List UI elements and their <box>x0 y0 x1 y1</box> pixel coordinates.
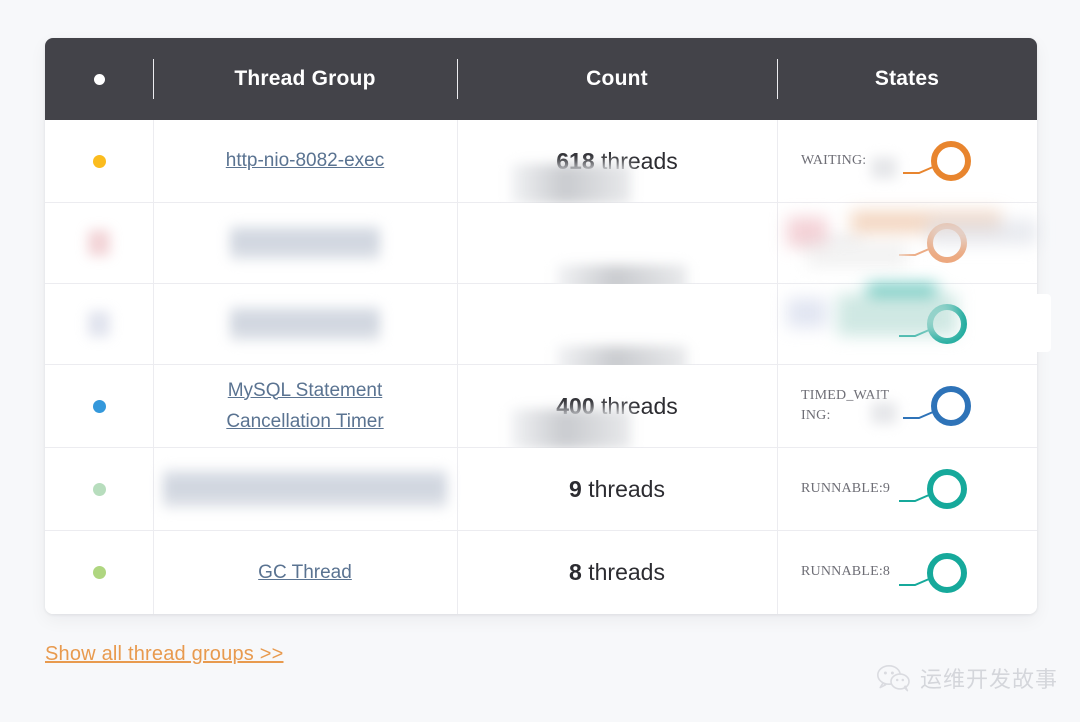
cell-states: TIMED_WAITING: <box>777 365 1037 447</box>
state-donut-chart <box>901 378 987 434</box>
watermark-text: 运维开发故事 <box>919 667 1058 692</box>
table-row: MySQL Statement Cancellation Timer 400 th… <box>45 365 1037 449</box>
cell-thread-group <box>153 203 457 283</box>
state-donut-chart <box>901 133 987 189</box>
cell-states: RUNNABLE:8 <box>777 531 1037 614</box>
table-header: Thread Group Count States <box>45 38 1037 120</box>
donut-ring-icon <box>927 469 967 509</box>
page-root: Thread Group Count States http-nio-8082-… <box>0 0 1080 722</box>
thread-group-link[interactable]: MySQL Statement Cancellation Timer <box>180 375 430 438</box>
cell-count: 8 threads <box>457 531 777 614</box>
cell-thread-group: http-nio-8082-exec <box>153 120 457 202</box>
table-body: http-nio-8082-exec 618 threads WAITING: WAI… <box>45 120 1051 614</box>
count-number: 8 <box>569 559 582 585</box>
status-dot-icon <box>92 399 106 413</box>
state-donut-chart <box>897 296 983 352</box>
donut-leader-line <box>899 328 930 337</box>
cell-status-dot <box>45 531 153 614</box>
status-dot-icon <box>92 566 106 579</box>
cell-status-dot <box>45 448 153 530</box>
donut-ring-icon <box>931 386 971 426</box>
state-donut-chart <box>897 461 983 517</box>
cell-count: 618 threads <box>457 120 777 204</box>
watermark: 运维开发故事 <box>876 662 1058 694</box>
cell-status-dot <box>45 284 153 364</box>
table-row: http-nio-8082-exec 618 threads WAITING: <box>45 120 1037 204</box>
donut-leader-line <box>903 410 934 419</box>
cell-status-dot <box>45 120 153 202</box>
status-dot-icon <box>88 311 110 337</box>
donut-leader-line <box>899 493 930 502</box>
cell-count: 400 threads <box>457 365 777 449</box>
cell-thread-group <box>153 284 457 364</box>
redacted-count-prefix <box>511 163 631 204</box>
status-dot-icon <box>92 482 106 496</box>
cell-count: 9 threads <box>457 448 777 530</box>
redacted-thread-group <box>230 307 380 341</box>
count-value: 9 threads <box>569 476 665 503</box>
donut-ring-icon <box>927 223 967 263</box>
table-row: WAITING: <box>45 203 1037 299</box>
cell-thread-group: MySQL Statement Cancellation Timer <box>153 365 457 447</box>
header-label-thread-group: Thread Group <box>234 67 376 90</box>
donut-ring-icon <box>931 141 971 181</box>
wechat-icon <box>876 664 911 692</box>
cell-states <box>777 284 1037 364</box>
cell-status-dot <box>45 203 153 283</box>
cell-status-dot <box>45 365 153 447</box>
state-label: RUNNABLE:9 <box>801 480 891 496</box>
status-dot-icon <box>93 73 105 85</box>
redacted-state-value <box>871 157 897 179</box>
row-overhang <box>1031 294 1051 352</box>
header-cell-count: Count <box>457 59 777 99</box>
status-dot-icon <box>92 154 106 168</box>
header-cell-thread-group: Thread Group <box>153 59 457 99</box>
donut-leader-line <box>899 247 930 256</box>
count-value: 8 threads <box>569 559 665 586</box>
cell-states: RUNNABLE:9 <box>777 448 1037 530</box>
header-cell-status <box>45 66 153 93</box>
redacted-count-prefix <box>511 408 631 449</box>
donut-leader-line <box>899 577 930 586</box>
table-row: 9 threads RUNNABLE:9 <box>45 448 1037 531</box>
state-donut-chart <box>897 545 983 601</box>
redacted-thread-group <box>163 470 447 508</box>
header-label-states: States <box>874 67 940 90</box>
header-cell-states: States <box>777 59 1037 99</box>
table-row: GC Thread 8 threads RUNNABLE:8 <box>45 531 1037 614</box>
cell-states: WAITING: <box>777 120 1037 202</box>
thread-groups-card: Thread Group Count States http-nio-8082-… <box>45 38 1051 614</box>
cell-count <box>457 284 777 380</box>
thread-group-link[interactable]: http-nio-8082-exec <box>226 145 384 176</box>
state-label: WAITING: <box>801 234 867 250</box>
show-all-thread-groups-link[interactable]: Show all thread groups >> <box>45 643 284 666</box>
status-dot-icon <box>88 230 110 256</box>
header-label-count: Count <box>586 67 648 90</box>
state-donut-chart <box>897 215 983 271</box>
donut-ring-icon <box>927 552 967 593</box>
redacted-state-value <box>871 402 897 424</box>
donut-ring-icon <box>927 304 967 344</box>
table-row <box>45 284 1051 380</box>
cell-states: WAITING: <box>777 203 1037 283</box>
cell-thread-group <box>153 448 457 530</box>
count-number: 9 <box>569 475 582 502</box>
state-label: RUNNABLE:8 <box>801 564 891 580</box>
thread-group-link[interactable]: GC Thread <box>258 557 352 588</box>
cell-count <box>457 203 777 299</box>
cell-thread-group: GC Thread <box>153 531 457 614</box>
donut-leader-line <box>903 165 934 174</box>
count-unit: threads <box>581 475 665 502</box>
count-unit: threads <box>581 559 665 585</box>
redacted-thread-group <box>230 226 380 260</box>
